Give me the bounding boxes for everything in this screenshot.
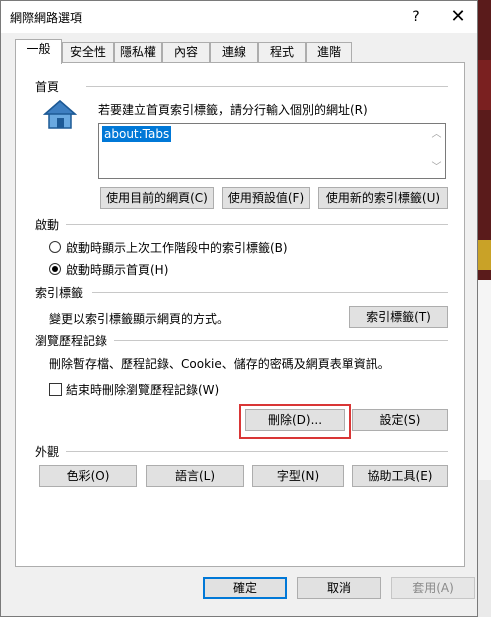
- history-description: 刪除暫存檔、歷程記錄、Cookie、儲存的密碼及網頁表單資訊。: [49, 357, 390, 371]
- section-appearance-heading: 外觀: [35, 445, 60, 459]
- startup-home-label[interactable]: 啟動時顯示首頁(H): [66, 261, 168, 278]
- tab-privacy[interactable]: 隱私權: [114, 42, 162, 62]
- home-url-value[interactable]: about:Tabs: [102, 126, 172, 142]
- delete-history-button[interactable]: 刪除(D)...: [245, 409, 345, 431]
- divider: [66, 224, 448, 225]
- home-icon: [43, 100, 77, 129]
- ok-button[interactable]: 確定: [203, 577, 287, 599]
- languages-button[interactable]: 語言(L): [146, 465, 244, 487]
- use-new-tab-button[interactable]: 使用新的索引標籤(U): [318, 187, 448, 209]
- startup-home-radio[interactable]: [49, 263, 61, 275]
- fonts-button[interactable]: 字型(N): [252, 465, 344, 487]
- divider: [92, 292, 448, 293]
- tabs-description: 變更以索引標籤顯示網頁的方式。: [49, 312, 230, 326]
- tab-security[interactable]: 安全性: [62, 42, 114, 62]
- internet-options-dialog: 網際網路選項 ? ✕ 一般 安全性 隱私權 內容 連線 程式 進階 首頁 若要建…: [0, 0, 478, 617]
- url-scrollbar[interactable]: ︿ ﹀: [429, 125, 444, 177]
- tab-content[interactable]: 內容: [162, 42, 210, 62]
- scroll-up-icon[interactable]: ︿: [429, 125, 444, 140]
- divider: [66, 451, 448, 452]
- history-settings-button[interactable]: 設定(S): [352, 409, 448, 431]
- section-startup-heading: 啟動: [35, 218, 60, 232]
- tab-general[interactable]: 一般: [15, 39, 62, 64]
- section-tabs-heading: 索引標籤: [35, 286, 84, 300]
- home-description: 若要建立首頁索引標籤，請分行輸入個別的網址(R): [98, 103, 368, 117]
- use-current-button[interactable]: 使用目前的網頁(C): [100, 187, 214, 209]
- delete-on-exit-checkbox[interactable]: [49, 383, 62, 396]
- tab-advanced[interactable]: 進階: [306, 42, 352, 62]
- use-default-button[interactable]: 使用預設值(F): [222, 187, 310, 209]
- title-bar: 網際網路選項 ? ✕: [1, 1, 477, 33]
- background-app-strip: [478, 0, 491, 617]
- delete-on-exit-label[interactable]: 結束時刪除瀏覽歷程記錄(W): [66, 381, 219, 398]
- window-title: 網際網路選項: [10, 11, 83, 25]
- divider: [114, 340, 448, 341]
- general-tab-panel: 首頁 若要建立首頁索引標籤，請分行輸入個別的網址(R) about:Tabs ︿…: [15, 62, 465, 567]
- home-url-textarea[interactable]: about:Tabs ︿ ﹀: [98, 123, 446, 179]
- close-icon[interactable]: ✕: [445, 6, 471, 28]
- tabs-settings-button[interactable]: 索引標籤(T): [349, 306, 448, 328]
- apply-button[interactable]: 套用(A): [391, 577, 475, 599]
- tab-programs[interactable]: 程式: [258, 42, 306, 62]
- tab-connections[interactable]: 連線: [210, 42, 258, 62]
- startup-last-session-label[interactable]: 啟動時顯示上次工作階段中的索引標籤(B): [66, 239, 288, 256]
- accessibility-button[interactable]: 協助工具(E): [352, 465, 448, 487]
- divider: [86, 86, 448, 87]
- cancel-button[interactable]: 取消: [297, 577, 381, 599]
- colors-button[interactable]: 色彩(O): [39, 465, 137, 487]
- scroll-down-icon[interactable]: ﹀: [429, 158, 444, 173]
- startup-last-session-radio[interactable]: [49, 241, 61, 253]
- section-home-heading: 首頁: [35, 80, 60, 94]
- section-history-heading: 瀏覽歷程記錄: [35, 334, 108, 348]
- help-icon[interactable]: ?: [403, 6, 429, 28]
